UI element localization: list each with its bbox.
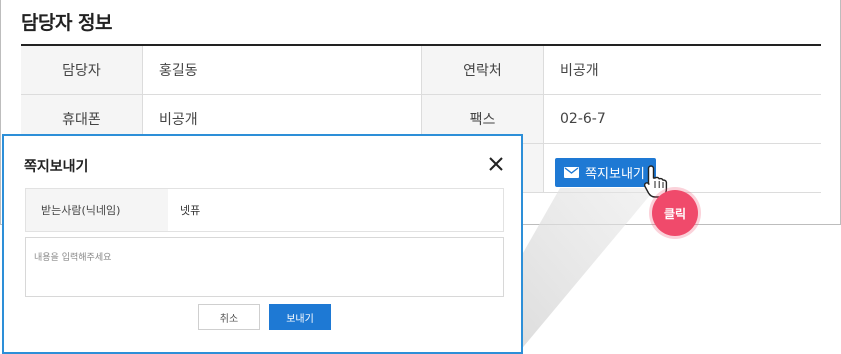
send-button[interactable]: 보내기: [269, 304, 331, 330]
recipient-label: 받는사람(닉네임): [26, 189, 168, 231]
modal-title: 쪽지보내기: [24, 159, 89, 175]
recipient-value: 넷퓨: [180, 204, 201, 217]
cancel-button[interactable]: 취소: [198, 304, 260, 330]
send-message-label: 쪽지보내기: [585, 167, 645, 182]
click-indicator-badge: 클릭: [652, 190, 698, 236]
send-message-modal: 쪽지보내기 받는사람(닉네임) 넷퓨 취소 보내기: [2, 134, 523, 354]
close-icon[interactable]: [488, 156, 504, 172]
mail-icon: [564, 167, 580, 178]
send-message-button[interactable]: 쪽지보내기: [555, 158, 656, 187]
message-input[interactable]: [25, 237, 504, 297]
recipient-row: 받는사람(닉네임) 넷퓨: [25, 188, 504, 232]
